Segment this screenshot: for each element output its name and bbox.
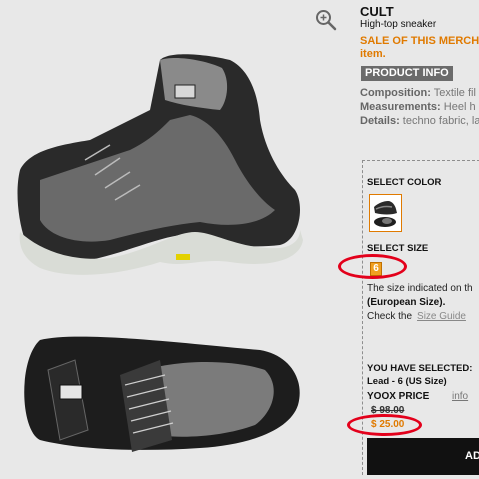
product-details: Composition: Textile fil Measurements: H… [360, 86, 479, 128]
you-have-selected-label: YOU HAVE SELECTED: [367, 363, 473, 374]
size-guide-link[interactable]: Size Guide [417, 311, 466, 322]
price-highlight-oval [347, 414, 422, 436]
sale-notice-line2: item. [360, 48, 386, 60]
sale-notice-line1: SALE OF THIS MERCHA [360, 35, 479, 47]
product-photos [17, 54, 303, 452]
price-info-link[interactable]: info [452, 391, 468, 402]
details-row: Details: techno fabric, la [360, 114, 479, 128]
measurements-row: Measurements: Heel h [360, 100, 479, 114]
composition-label: Composition: [360, 87, 431, 99]
add-to-cart-button[interactable]: ADD [367, 438, 479, 475]
color-swatch-thumbnail [374, 201, 397, 227]
price-label: YOOX PRICE [367, 391, 430, 402]
product-info-tab[interactable]: PRODUCT INFO [361, 66, 453, 81]
size-note-line1: The size indicated on th [367, 283, 473, 294]
composition-row: Composition: Textile fil [360, 86, 479, 100]
brand-name: CULT [360, 4, 394, 19]
select-size-label: SELECT SIZE [367, 243, 429, 254]
size-note-line2: (European Size). [367, 297, 446, 308]
product-subtitle: High-top sneaker [360, 19, 437, 30]
measurements-value: Heel h [440, 101, 476, 113]
product-images [0, 0, 340, 474]
size-guide-row: Check the Size Guide [367, 310, 473, 324]
select-color-label: SELECT COLOR [367, 177, 442, 188]
shoe-side-view[interactable] [17, 54, 303, 275]
selected-value: Lead - 6 (US Size) [367, 376, 447, 387]
check-the-text: Check the [367, 311, 413, 322]
color-swatch-lead[interactable] [369, 194, 402, 232]
zoom-icon[interactable] [314, 8, 338, 32]
shoe-top-view[interactable] [24, 336, 300, 452]
sale-notice: SALE OF THIS MERCHA item. [360, 35, 479, 61]
size-highlight-oval [338, 254, 407, 279]
measurements-label: Measurements: [360, 101, 441, 113]
size-note: The size indicated on th (European Size)… [367, 282, 473, 324]
add-button-label: ADD [465, 450, 479, 462]
composition-value: Textile fil [430, 87, 476, 99]
details-label: Details: [360, 115, 400, 127]
details-value: techno fabric, la [399, 115, 479, 127]
